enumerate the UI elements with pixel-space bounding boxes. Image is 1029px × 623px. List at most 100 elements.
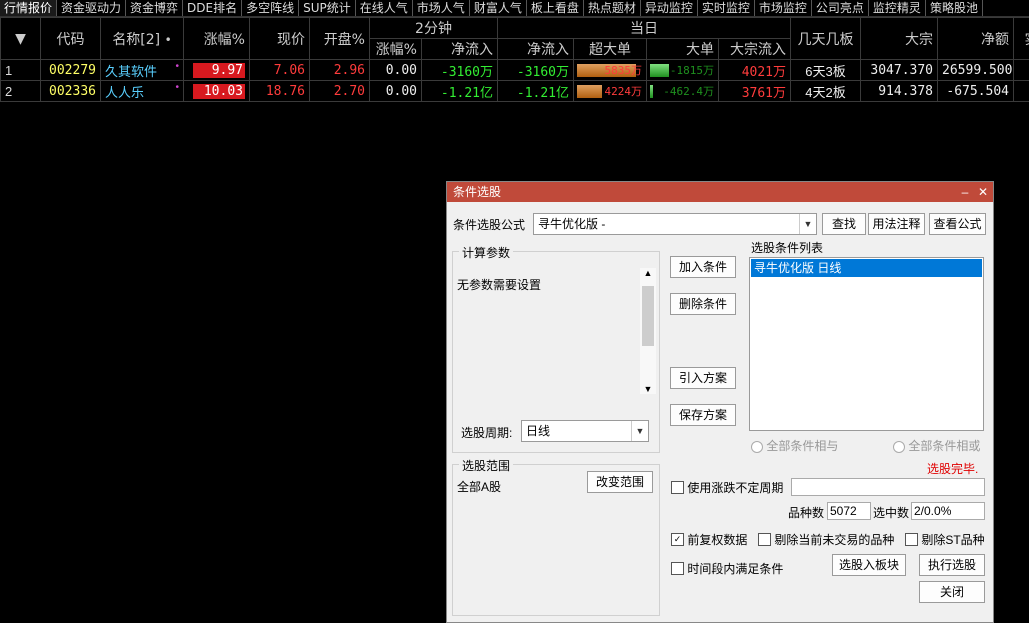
tab-item[interactable]: 监控精灵	[869, 0, 926, 16]
radio-or[interactable]: 全部条件相或	[893, 437, 980, 454]
view-formula-button[interactable]: 查看公式	[929, 213, 986, 235]
col-bulk-inflow[interactable]: 大宗流入	[719, 39, 791, 60]
uncertain-period-field[interactable]	[791, 478, 985, 496]
radio-or-circle[interactable]	[893, 441, 905, 453]
tab-item[interactable]: 行情报价	[0, 0, 57, 16]
tab-item[interactable]: 多空阵线	[242, 0, 299, 16]
tab-item[interactable]: DDE排名	[183, 0, 242, 16]
tab-item[interactable]: 策略股池	[926, 0, 983, 16]
scope-caption: 选股范围	[459, 457, 513, 474]
import-scheme-button[interactable]: 引入方案	[670, 367, 736, 389]
table-row[interactable]: 2002336人人乐•10.0318.762.700.00-1.21亿-1.21…	[1, 81, 1029, 102]
exclude-untraded-checkbox[interactable]: 剔除当前未交易的品种	[758, 531, 894, 548]
change-scope-button[interactable]: 改变范围	[587, 471, 653, 493]
condition-list-item[interactable]: 寻牛优化版 日线	[751, 259, 982, 277]
exclude-st-label: 剔除ST品种	[921, 533, 984, 547]
checkbox-box[interactable]	[758, 533, 771, 546]
exclude-st-checkbox[interactable]: 剔除ST品种	[905, 531, 985, 548]
bulk-inflow-cell: 3761万	[719, 81, 791, 102]
stock-code[interactable]: 002336	[41, 81, 101, 102]
super-large-cell: 4224万	[574, 81, 647, 102]
delete-condition-button[interactable]: 删除条件	[670, 293, 736, 315]
checkbox-box[interactable]	[671, 562, 684, 575]
col-price[interactable]: 现价	[250, 18, 310, 60]
col-open-pct[interactable]: 开盘%	[310, 18, 370, 60]
condition-list[interactable]: 寻牛优化版 日线	[749, 257, 984, 431]
tab-item[interactable]: 市场监控	[755, 0, 812, 16]
col-boards[interactable]: 几天几板	[791, 18, 861, 60]
stock-name-text: 久其软件	[105, 64, 157, 79]
adjusted-data-checkbox[interactable]: ✓ 前复权数据	[671, 531, 747, 548]
checkbox-box[interactable]	[671, 481, 684, 494]
col-two-min-change[interactable]: 涨幅%	[370, 39, 422, 60]
add-condition-button[interactable]: 加入条件	[670, 256, 736, 278]
tab-item[interactable]: 板上看盘	[527, 0, 584, 16]
open-cell: 2.70	[310, 81, 370, 102]
period-value: 日线	[526, 424, 550, 438]
tab-item[interactable]: SUP统计	[299, 0, 356, 16]
radio-and[interactable]: 全部条件相与	[751, 437, 838, 454]
tab-item[interactable]: 财富人气	[470, 0, 527, 16]
period-select[interactable]: 日线 ▼	[521, 420, 649, 442]
large-cell: -462.4万	[647, 81, 719, 102]
execute-button[interactable]: 执行选股	[919, 554, 985, 576]
usage-button[interactable]: 用法注释	[868, 213, 925, 235]
stock-code[interactable]: 002279	[41, 60, 101, 81]
tab-item[interactable]: 实时监控	[698, 0, 755, 16]
params-scrollbar[interactable]: ▲ ▼	[640, 268, 656, 394]
col-block[interactable]: 大宗	[861, 18, 938, 60]
use-uncertain-checkbox[interactable]: 使用涨跌不定周期	[671, 479, 783, 496]
tab-item[interactable]: 热点题材	[584, 0, 641, 16]
scroll-down-icon[interactable]: ▼	[640, 384, 656, 394]
col-extra[interactable]: 实	[1014, 18, 1029, 60]
tab-item[interactable]: 在线人气	[356, 0, 413, 16]
scroll-up-icon[interactable]: ▲	[640, 268, 656, 278]
params-group: 计算参数 无参数需要设置 ▲ ▼ 选股周期: 日线 ▼	[452, 251, 660, 453]
chevron-down-icon[interactable]: ▼	[799, 214, 816, 234]
formula-select[interactable]: 寻牛优化版 - ▼	[533, 213, 817, 235]
sort-toggle[interactable]: ▼	[1, 18, 41, 60]
stock-name[interactable]: 久其软件•	[101, 60, 184, 81]
adjusted-data-label: 前复权数据	[687, 533, 747, 547]
net-amount-cell: -675.504	[938, 81, 1014, 102]
bulk-inflow-cell: 4021万	[719, 60, 791, 81]
col-today-inflow[interactable]: 净流入	[498, 39, 574, 60]
col-code[interactable]: 代码	[41, 18, 101, 60]
selected-label: 选中数	[873, 504, 909, 521]
col-name[interactable]: 名称[2] •	[101, 18, 184, 60]
col-large[interactable]: 大单	[647, 39, 719, 60]
check-icon[interactable]: ✓	[671, 533, 684, 546]
checkbox-box[interactable]	[905, 533, 918, 546]
period-condition-checkbox[interactable]: 时间段内满足条件	[671, 560, 783, 577]
params-caption: 计算参数	[459, 244, 513, 261]
tab-item[interactable]: 公司亮点	[812, 0, 869, 16]
close-button[interactable]: 关闭	[919, 581, 985, 603]
tab-item[interactable]: 异动监控	[641, 0, 698, 16]
tab-item[interactable]: 资金博弈	[126, 0, 183, 16]
minimize-icon[interactable]: –	[957, 182, 973, 202]
close-icon[interactable]: ✕	[975, 182, 991, 202]
group-today: 当日	[498, 18, 791, 39]
col-two-min-inflow[interactable]: 净流入	[422, 39, 498, 60]
find-button[interactable]: 查找	[822, 213, 866, 235]
tab-item[interactable]: 资金驱动力	[57, 0, 126, 16]
super-large-cell: 5835万	[574, 60, 647, 81]
table-row[interactable]: 1002279久其软件•9.977.062.960.00-3160万-3160万…	[1, 60, 1029, 81]
chevron-down-icon[interactable]: ▼	[15, 31, 26, 47]
tab-bar: 行情报价资金驱动力资金博弈DDE排名多空阵线SUP统计在线人气市场人气财富人气板…	[0, 0, 1029, 17]
net-amount-cell: 26599.500	[938, 60, 1014, 81]
radio-and-label: 全部条件相与	[766, 439, 838, 453]
tab-item[interactable]: 市场人气	[413, 0, 470, 16]
stock-name[interactable]: 人人乐•	[101, 81, 184, 102]
chevron-down-icon[interactable]: ▼	[631, 421, 648, 441]
col-super-large[interactable]: 超大单	[574, 39, 647, 60]
scroll-thumb[interactable]	[642, 286, 654, 346]
period-label: 选股周期:	[461, 424, 512, 441]
radio-and-circle[interactable]	[751, 441, 763, 453]
save-scheme-button[interactable]: 保存方案	[670, 404, 736, 426]
add-to-block-button[interactable]: 选股入板块	[832, 554, 906, 576]
row-index: 1	[1, 60, 41, 81]
dialog-title-bar[interactable]: 条件选股 – ✕	[447, 182, 993, 202]
col-change-pct[interactable]: 涨幅%	[184, 18, 250, 60]
col-net-amount[interactable]: 净额	[938, 18, 1014, 60]
